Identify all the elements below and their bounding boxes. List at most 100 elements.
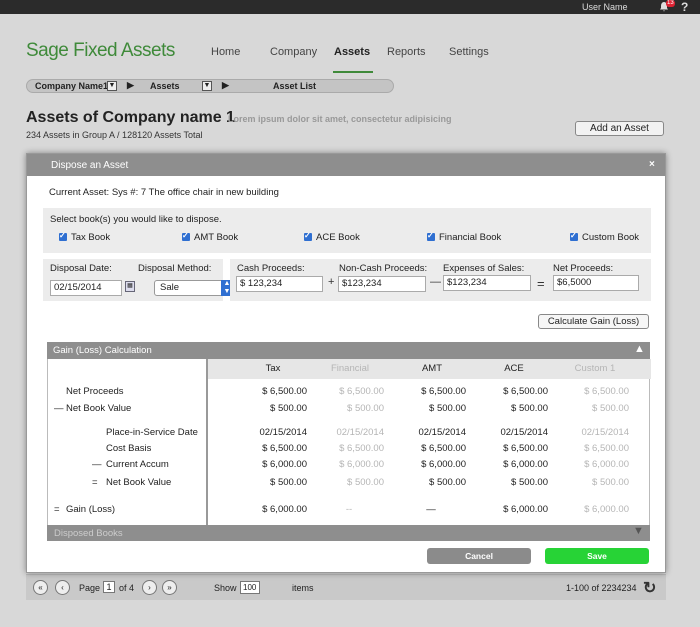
- row-label: Net Book Value: [66, 403, 132, 414]
- items-label: items: [292, 583, 314, 593]
- row-label: Cost Basis: [106, 443, 152, 454]
- checkbox-ace-book[interactable]: ACE Book: [304, 231, 360, 243]
- show-label: Show: [214, 583, 237, 593]
- nav-home[interactable]: Home: [211, 46, 240, 58]
- table-cell: $ 6,000.00: [503, 504, 548, 515]
- disposal-date-label: Disposal Date:: [50, 263, 112, 274]
- column-header: AMT: [421, 363, 443, 374]
- cash-proceeds-input[interactable]: $ 123,234: [236, 276, 323, 292]
- table-cell: $ 500.00: [592, 403, 629, 414]
- column-header: Custom 1: [574, 363, 616, 374]
- breadcrumb-company[interactable]: Company Name1: [35, 81, 108, 91]
- table-cell: $ 6,000.00: [262, 504, 307, 515]
- row-label: Net Book Value: [106, 477, 172, 488]
- save-button[interactable]: Save: [545, 548, 649, 564]
- page-label: Page: [79, 583, 101, 593]
- table-cell: $ 6,500.00: [262, 386, 307, 397]
- table-cell: $ 6,500.00: [584, 443, 629, 454]
- column-header: ACE: [504, 363, 524, 374]
- add-asset-button[interactable]: Add an Asset: [575, 121, 664, 136]
- close-icon[interactable]: ×: [649, 159, 655, 170]
- book-selection: Select book(s) you would like to dispose…: [43, 208, 651, 253]
- expand-down-icon[interactable]: ▼: [633, 525, 644, 537]
- checkbox-tax-book[interactable]: Tax Book: [59, 231, 110, 243]
- checkbox-checked-icon: [182, 231, 190, 241]
- cancel-button[interactable]: Cancel: [427, 548, 531, 564]
- checkbox-amt-book[interactable]: AMT Book: [182, 231, 238, 243]
- page-title: Assets of Company name 1: [26, 109, 235, 126]
- table-cell: $ 500.00: [511, 477, 548, 488]
- page-input[interactable]: 1: [103, 581, 115, 593]
- checkbox-checked-icon: [304, 231, 312, 241]
- expenses-input[interactable]: $123,234: [443, 275, 531, 291]
- sage-logo: Sage Fixed Assets: [26, 40, 175, 61]
- current-asset-label: Current Asset: Sys #: 7 The office chair…: [49, 187, 279, 198]
- refresh-icon[interactable]: ↻: [643, 578, 656, 598]
- row-operator: =: [54, 504, 60, 515]
- next-page-icon[interactable]: ›: [142, 580, 157, 595]
- table-cell: $ 6,500.00: [503, 386, 548, 397]
- table-cell: --: [345, 504, 353, 515]
- plus-operator: +: [328, 276, 335, 288]
- noncash-proceeds-input[interactable]: $123,234: [338, 276, 426, 292]
- expenses-label: Expenses of Sales:: [443, 263, 525, 274]
- table-cell: $ 500.00: [429, 403, 466, 414]
- pager: « ‹ Page 1 of 4 › » Show 100 items 1-100…: [26, 574, 666, 600]
- table-cell: $ 6,000.00: [503, 459, 548, 470]
- noncash-proceeds-label: Non-Cash Proceeds:: [339, 263, 428, 274]
- checkbox-custom-book[interactable]: Custom Book: [570, 231, 639, 243]
- net-proceeds-input[interactable]: $6,5000: [553, 275, 639, 291]
- row-label: Net Proceeds: [66, 386, 124, 397]
- checkbox-checked-icon: [570, 231, 578, 241]
- gain-loss-title: Gain (Loss) Calculation: [53, 345, 152, 356]
- table-cell: 02/15/2014: [418, 427, 466, 438]
- disposed-books-header[interactable]: Disposed Books ▼: [47, 525, 650, 541]
- checkbox-financial-book[interactable]: Financial Book: [427, 231, 501, 243]
- asset-count: 234 Assets in Group A / 128120 Assets To…: [26, 130, 203, 140]
- table-cell: $ 6,000.00: [421, 459, 466, 470]
- breadcrumb-asset-list[interactable]: Asset List: [273, 81, 316, 91]
- nav-settings[interactable]: Settings: [449, 46, 489, 58]
- chevron-down-icon[interactable]: ▼: [202, 81, 212, 91]
- page-of-label: of 4: [119, 583, 135, 593]
- equals-operator: =: [537, 276, 545, 291]
- gain-loss-header[interactable]: Gain (Loss) Calculation ▲: [47, 342, 650, 359]
- disposal-date-input[interactable]: 02/15/2014: [50, 280, 122, 296]
- help-icon[interactable]: ?: [681, 0, 688, 14]
- notification-badge: 13: [666, 0, 675, 7]
- dialog-title: Dispose an Asset: [51, 160, 129, 171]
- collapse-up-icon[interactable]: ▲: [634, 343, 645, 355]
- nav-company[interactable]: Company: [270, 46, 317, 58]
- first-page-icon[interactable]: «: [33, 580, 48, 595]
- table-cell: 02/15/2014: [336, 427, 384, 438]
- calendar-icon[interactable]: ▦: [125, 281, 135, 292]
- table-cell: $ 500.00: [270, 477, 307, 488]
- chevron-down-icon[interactable]: ▼: [107, 81, 117, 91]
- nav-reports[interactable]: Reports: [387, 46, 426, 58]
- disposal-method-select[interactable]: Sale ▲ ▼: [154, 280, 234, 296]
- table-cell: $ 500.00: [511, 403, 548, 414]
- prev-page-icon[interactable]: ‹: [55, 580, 70, 595]
- row-label: Place-in-Service Date: [106, 427, 198, 438]
- table-cell: $ 6,500.00: [262, 443, 307, 454]
- table-cell: $ 6,500.00: [421, 386, 466, 397]
- calculate-gain-loss-button[interactable]: Calculate Gain (Loss): [538, 314, 649, 329]
- arrow-right-icon: ▶: [222, 80, 229, 90]
- result-range: 1-100 of 2234234: [566, 583, 637, 593]
- nav-assets[interactable]: Assets: [334, 46, 370, 58]
- table-cell: 02/15/2014: [581, 427, 629, 438]
- row-operator: —: [54, 403, 64, 414]
- gain-loss-table: Tax Financial AMT ACE Custom 1 Net Proceeds $ …: [47, 359, 651, 525]
- last-page-icon[interactable]: »: [162, 580, 177, 595]
- show-count-select[interactable]: 100: [240, 581, 260, 594]
- net-proceeds-label: Net Proceeds:: [553, 263, 614, 274]
- row-operator: =: [92, 477, 98, 488]
- table-cell: $ 6,500.00: [339, 443, 384, 454]
- table-cell: $ 500.00: [347, 477, 384, 488]
- user-name[interactable]: User Name: [582, 2, 628, 12]
- table-cell: —: [426, 504, 436, 515]
- books-prompt: Select book(s) you would like to dispose…: [50, 214, 222, 225]
- breadcrumb-assets[interactable]: Assets: [150, 81, 180, 91]
- table-cell: $ 500.00: [270, 403, 307, 414]
- table-cell: $ 500.00: [429, 477, 466, 488]
